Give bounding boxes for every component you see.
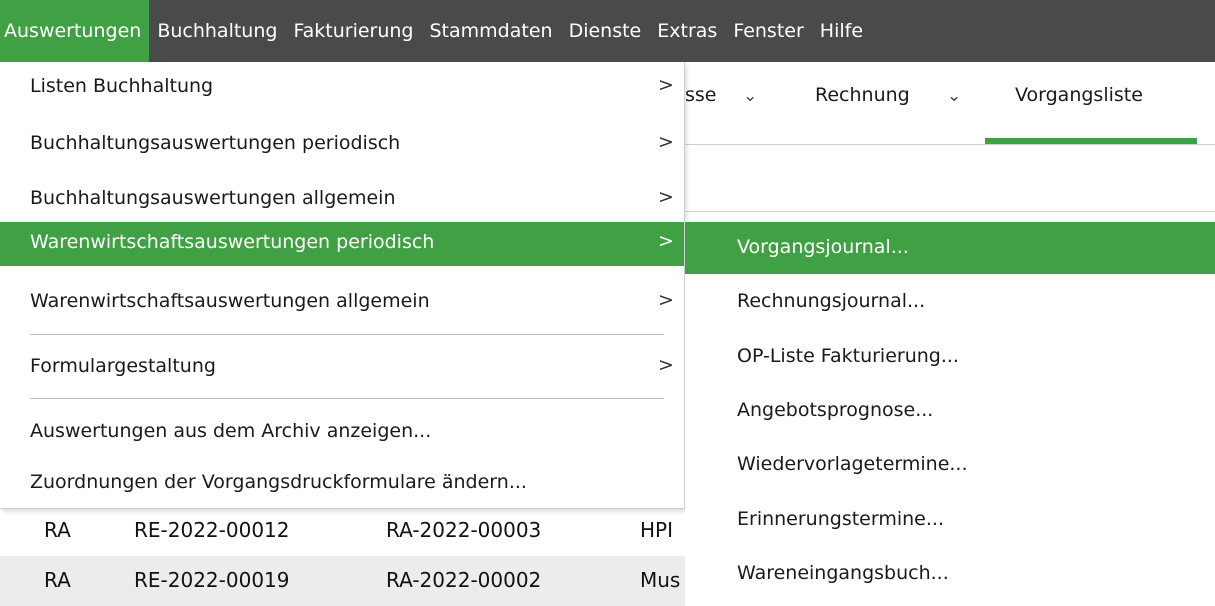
- chevron-down-icon[interactable]: ⌄: [743, 86, 757, 106]
- chevron-right-icon: >: [658, 230, 674, 252]
- menu-item-warenwirtschaft-periodisch[interactable]: Warenwirtschaftsauswertungen periodisch …: [0, 222, 684, 266]
- submenu-item-wiedervorlagetermine[interactable]: Wiedervorlagetermine...: [685, 439, 1215, 491]
- menu-bar: Auswertungen Buchhaltung Fakturierung St…: [0, 0, 1215, 62]
- chevron-right-icon: >: [658, 131, 674, 153]
- menu-stammdaten[interactable]: Stammdaten: [422, 0, 561, 62]
- chevron-right-icon: >: [658, 354, 674, 376]
- menu-item-buchhaltung-allgemein[interactable]: Buchhaltungsauswertungen allgemein >: [0, 178, 684, 222]
- menu-fenster[interactable]: Fenster: [725, 0, 811, 62]
- cell-customer: Mus: [640, 568, 681, 592]
- menu-auswertungen[interactable]: Auswertungen: [0, 0, 150, 62]
- menu-separator: [30, 334, 664, 335]
- menu-item-formulargestaltung[interactable]: Formulargestaltung >: [0, 346, 684, 390]
- auswertungen-menu: Listen Buchhaltung > Buchhaltungsauswert…: [0, 62, 685, 509]
- tab-rechnung[interactable]: Rechnung: [815, 84, 910, 106]
- cell-type: RA: [44, 568, 71, 592]
- menu-hilfe[interactable]: Hilfe: [812, 0, 871, 62]
- cell-reference: RA-2022-00003: [386, 518, 542, 542]
- menu-item-archiv[interactable]: Auswertungen aus dem Archiv anzeigen...: [0, 411, 684, 455]
- menu-item-listen-buchhaltung[interactable]: Listen Buchhaltung >: [0, 66, 684, 110]
- tab-strip: sse ⌄ Rechnung ⌄ Vorgangsliste: [685, 62, 1215, 144]
- submenu-item-rechnungsjournal[interactable]: Rechnungsjournal...: [685, 276, 1215, 328]
- cell-type: RA: [44, 518, 71, 542]
- menu-dienste[interactable]: Dienste: [561, 0, 650, 62]
- cell-customer: HPI: [640, 518, 673, 542]
- menu-fakturierung[interactable]: Fakturierung: [285, 0, 421, 62]
- submenu-item-op-liste[interactable]: OP-Liste Fakturierung...: [685, 331, 1215, 383]
- submenu-item-wareneingangsbuch[interactable]: Wareneingangsbuch...: [685, 548, 1215, 600]
- cell-number: RE-2022-00012: [134, 518, 290, 542]
- chevron-right-icon: >: [658, 74, 674, 96]
- table-row[interactable]: RA RE-2022-00012 RA-2022-00003 HPI: [0, 506, 685, 556]
- menu-item-vorgangsdruckformulare[interactable]: Zuordnungen der Vorgangsdruckformulare ä…: [0, 462, 684, 506]
- cell-reference: RA-2022-00002: [386, 568, 542, 592]
- submenu-item-vorgangsjournal[interactable]: Vorgangsjournal...: [685, 222, 1215, 274]
- submenu-item-erinnerungstermine[interactable]: Erinnerungstermine...: [685, 494, 1215, 546]
- chevron-right-icon: >: [658, 289, 674, 311]
- vorgang-table: RA RE-2022-00012 RA-2022-00003 HPI RA RE…: [0, 506, 685, 606]
- chevron-right-icon: >: [658, 186, 674, 208]
- submenu-item-angebotsprognose[interactable]: Angebotsprognose...: [685, 385, 1215, 437]
- warenwirtschaft-periodisch-submenu: Vorgangsjournal... Rechnungsjournal... O…: [685, 222, 1215, 606]
- divider: [685, 211, 1215, 212]
- tab-vorgangsliste[interactable]: Vorgangsliste: [1015, 84, 1143, 106]
- divider: [685, 144, 1215, 145]
- menu-item-warenwirtschaft-allgemein[interactable]: Warenwirtschaftsauswertungen allgemein >: [0, 281, 684, 325]
- tab-partial[interactable]: sse: [685, 84, 717, 106]
- menu-buchhaltung[interactable]: Buchhaltung: [149, 0, 285, 62]
- menu-extras[interactable]: Extras: [649, 0, 725, 62]
- table-row[interactable]: RA RE-2022-00019 RA-2022-00002 Mus: [0, 556, 685, 606]
- chevron-down-icon[interactable]: ⌄: [947, 86, 961, 106]
- menu-item-buchhaltung-periodisch[interactable]: Buchhaltungsauswertungen periodisch >: [0, 123, 684, 167]
- menu-separator: [30, 398, 664, 399]
- cell-number: RE-2022-00019: [134, 568, 290, 592]
